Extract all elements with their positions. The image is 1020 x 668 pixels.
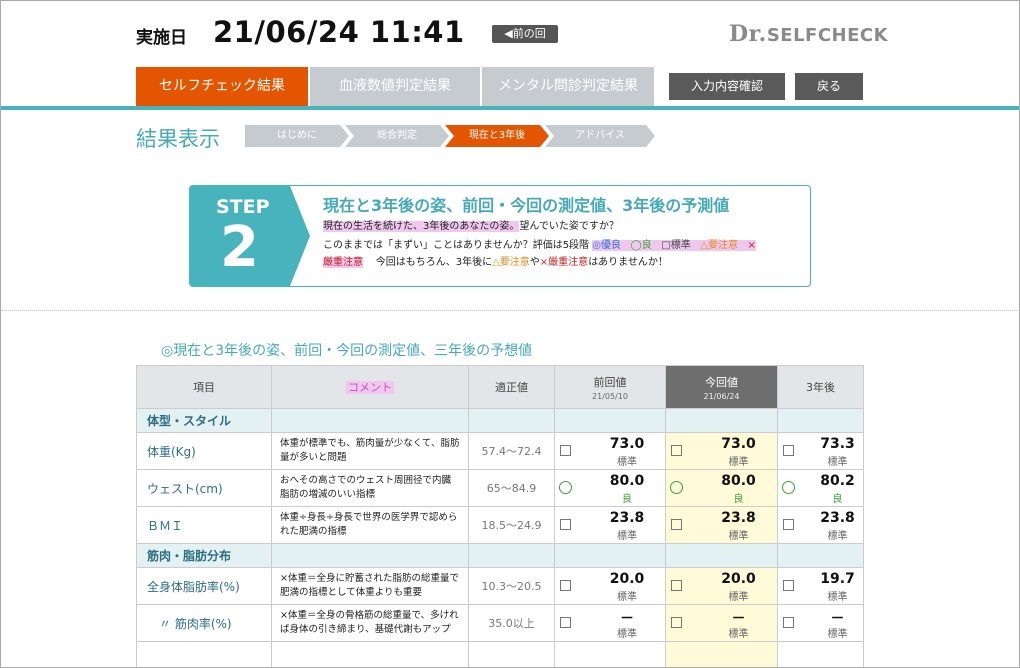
item-range: 35.0以上 <box>468 604 555 642</box>
step-heading: 現在と3年後の姿、前回・今回の測定値、3年後の予測値 <box>323 196 730 215</box>
future-value-cell: －標準 <box>777 604 864 642</box>
good-circle-icon <box>670 481 683 494</box>
table-row: 〃 筋肉率(%) ×体重＝全身の骨格筋の総重量で、多ければ身体の引き締まり、基礎… <box>136 604 864 642</box>
measurement-table: 項目 コメント 適正値 前回値 21/05/10 今回値 21/06/24 3年後 … <box>136 365 864 667</box>
back-button[interactable]: 戻る <box>795 73 863 100</box>
table-header-row: 項目 コメント 適正値 前回値 21/05/10 今回値 21/06/24 3年後 <box>136 365 864 409</box>
item-comment: 体重が標準でも、筋肉量が少なくて、脂肪量が多いと問題 <box>271 432 469 470</box>
tab-selfcheck-result[interactable]: セルフチェック結果 <box>136 67 308 106</box>
item-comment: ×体重＝全身の骨格筋の総重量で、多ければ身体の引き締まり、基礎代謝もアップ <box>271 604 469 642</box>
standard-mark-icon <box>671 519 682 530</box>
now-value-cell: 23.8 標準 <box>665 506 778 544</box>
crumb-now-and-3years[interactable]: 現在と3年後 <box>445 125 549 147</box>
table-row-partial <box>136 641 864 667</box>
item-range: 10.3～20.5 <box>468 567 555 605</box>
standard-mark-icon <box>560 580 571 591</box>
result-title: 結果表示 <box>136 127 220 151</box>
item-range: 57.4～72.4 <box>468 432 555 470</box>
item-range: 18.5～24.9 <box>468 506 555 544</box>
prev-value-cell: 73.0 標準 <box>554 432 666 470</box>
date-value: 21/06/24 11:41 <box>213 15 465 49</box>
step-line-1: 現在の生活を続けた、3年後のあなたの姿。望んでいた姿ですか？ <box>323 221 619 232</box>
step-badge: STEP 2 <box>190 186 310 286</box>
future-value-cell: 23.8 標準 <box>777 506 864 544</box>
header-comment: コメント <box>271 365 469 409</box>
standard-mark-icon <box>560 519 571 530</box>
logo: Dr.SELFCHECK <box>729 21 889 47</box>
prev-value-cell: －標準 <box>554 604 666 642</box>
good-circle-icon <box>782 481 795 494</box>
section-divider <box>1 310 1019 311</box>
future-value-cell: 19.7 標準 <box>777 567 864 605</box>
item-name[interactable]: 〃 筋肉率(%) <box>136 604 272 642</box>
step-line-3: 厳重注意 今回はもちろん、3年後に△要注意や×厳重注意はありませんか！ <box>323 257 668 268</box>
prev-value-cell: 23.8 標準 <box>554 506 666 544</box>
item-name[interactable]: 全身体脂肪率(%) <box>136 567 272 605</box>
item-range: 65～84.9 <box>468 469 555 507</box>
good-circle-icon <box>559 481 572 494</box>
step-line-2: このままでは「まずい」ことはありませんか？評価は5段階 ◎優良 ◯良 □標準 △… <box>323 240 756 251</box>
prev-value-cell: 80.0 良 <box>554 469 666 507</box>
category-row: 筋肉・脂肪分布 <box>136 543 864 568</box>
date-label: 実施日 <box>136 28 187 48</box>
crumb-advice[interactable]: アドバイス <box>545 125 655 147</box>
item-comment: ×体重＝全身に貯蓄された脂肪の総重量で肥満の指標として体重よりも重要 <box>271 567 469 605</box>
header-item: 項目 <box>136 365 272 409</box>
table-row: ウェスト(cm) おへその高さでのウェスト周囲径で内臓脂肪の増減のいい指標 65… <box>136 469 864 507</box>
tab-mental-result[interactable]: メンタル問診判定結果 <box>482 67 654 106</box>
standard-mark-icon <box>783 445 794 456</box>
app-frame: 実施日 21/06/24 11:41 ◀前の回 Dr.SELFCHECK セルフ… <box>0 0 1020 668</box>
now-value-cell: －標準 <box>665 604 778 642</box>
table-caption: ◎現在と3年後の姿、前回・今回の測定値、三年後の予想値 <box>161 343 533 359</box>
standard-mark-icon <box>783 580 794 591</box>
table-row: 全身体脂肪率(%) ×体重＝全身に貯蓄された脂肪の総重量で肥満の指標として体重よ… <box>136 567 864 605</box>
item-comment: おへその高さでのウェスト周囲径で内臓脂肪の増減のいい指標 <box>271 469 469 507</box>
item-name[interactable]: ウェスト(cm) <box>136 469 272 507</box>
step-box: STEP 2 現在と3年後の姿、前回・今回の測定値、3年後の予測値 現在の生活を… <box>189 185 811 287</box>
future-value-cell: 80.2 良 <box>777 469 864 507</box>
standard-mark-icon <box>671 617 682 628</box>
tab-blood-result[interactable]: 血液数値判定結果 <box>310 67 480 106</box>
now-value-cell: 73.0 標準 <box>665 432 778 470</box>
standard-mark-icon <box>671 445 682 456</box>
previous-visit-button[interactable]: ◀前の回 <box>492 25 558 43</box>
category-muscle-fat: 筋肉・脂肪分布 <box>136 543 272 568</box>
confirm-input-button[interactable]: 入力内容確認 <box>669 73 785 100</box>
header: 実施日 21/06/24 11:41 ◀前の回 Dr.SELFCHECK <box>1 1 1019 67</box>
category-row: 体型・スタイル <box>136 408 864 433</box>
crumb-intro[interactable]: はじめに <box>245 125 349 147</box>
header-future: 3年後 <box>777 365 864 409</box>
step-number: 2 <box>220 215 259 280</box>
standard-mark-icon <box>783 519 794 530</box>
table-row: 体重(Kg) 体重が標準でも、筋肉量が少なくて、脂肪量が多いと問題 57.4～7… <box>136 432 864 470</box>
standard-mark-icon <box>783 617 794 628</box>
header-range: 適正値 <box>468 365 555 409</box>
prev-value-cell: 20.0 標準 <box>554 567 666 605</box>
item-name[interactable]: ＢＭＩ <box>136 506 272 544</box>
table-row: ＢＭＩ 体重÷身長÷身長で世界の医学界で認められた肥満の指標 18.5～24.9… <box>136 506 864 544</box>
tab-underline <box>1 106 1019 110</box>
now-value-cell: 80.0 良 <box>665 469 778 507</box>
item-comment: 体重÷身長÷身長で世界の医学界で認められた肥満の指標 <box>271 506 469 544</box>
standard-mark-icon <box>671 580 682 591</box>
header-prev: 前回値 21/05/10 <box>554 365 666 409</box>
evaluation-legend: ◎優良 ◯良 □標準 △要注意 × <box>592 240 756 251</box>
standard-mark-icon <box>560 617 571 628</box>
standard-mark-icon <box>560 445 571 456</box>
crumb-overall[interactable]: 総合判定 <box>345 125 449 147</box>
now-value-cell: 20.0 標準 <box>665 567 778 605</box>
category-body-style: 体型・スタイル <box>136 408 272 433</box>
header-now: 今回値 21/06/24 <box>665 365 778 409</box>
future-value-cell: 73.3 標準 <box>777 432 864 470</box>
item-name[interactable]: 体重(Kg) <box>136 432 272 470</box>
